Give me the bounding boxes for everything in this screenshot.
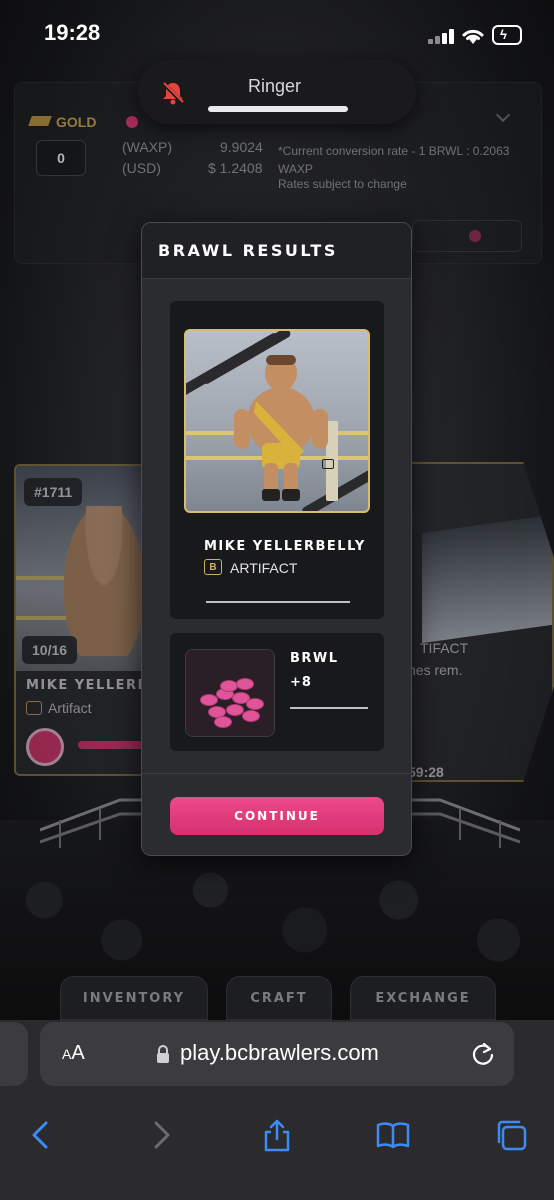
status-time: 19:28	[44, 20, 101, 45]
artifact-rarity-icon: B	[204, 559, 222, 575]
ring-image	[422, 514, 552, 644]
address-bar[interactable]: AA play.bcbrawlers.com	[40, 1022, 514, 1086]
url-text: play.bcbrawlers.com	[180, 1040, 379, 1065]
gold-value: 0	[36, 140, 86, 176]
card-rarity: Artifact	[48, 700, 92, 716]
modal-separator	[142, 773, 411, 774]
gold-label: GOLD	[56, 114, 97, 130]
usd-label: (USD)	[122, 160, 161, 176]
battery-charging-icon: ϟ	[492, 25, 522, 45]
aa-label: A	[71, 1042, 85, 1064]
hourglass-icon[interactable]	[26, 728, 64, 766]
card-count: 10/16	[32, 642, 68, 658]
waxp-value: 9.9024	[220, 139, 263, 155]
conversion-note: *Current conversion rate - 1 BRWL : 0.20…	[278, 144, 510, 176]
continue-button[interactable]: CONTINUE	[170, 797, 384, 835]
result-card-rarity: ARTIFACT	[230, 560, 298, 576]
brwl-token-icon	[126, 116, 138, 128]
result-card: MIKE YELLERBELLY B ARTIFACT	[170, 301, 384, 619]
reward-amount: +8	[290, 675, 312, 690]
wifi-icon	[462, 29, 484, 44]
card-name: MIKE YELLERB	[26, 678, 149, 693]
uses-remaining-partial: nes rem.	[408, 662, 463, 678]
wrestler-card-right[interactable]: TIFACT nes rem. 59:28	[400, 462, 554, 782]
usd-value: $ 1.2408	[208, 160, 263, 176]
reward-divider	[290, 707, 368, 709]
previous-tab-peek[interactable]	[0, 1022, 28, 1086]
reload-icon[interactable]	[470, 1040, 496, 1066]
reward-card: BRWL +8	[170, 633, 384, 751]
timer-partial: 59:28	[408, 764, 444, 780]
lock-icon	[157, 1045, 169, 1063]
card-logo	[322, 459, 360, 499]
chevron-right-icon[interactable]	[144, 1118, 178, 1152]
book-icon[interactable]	[376, 1118, 410, 1152]
browser-toolbar: AA play.bcbrawlers.com	[0, 1020, 554, 1200]
share-icon[interactable]	[260, 1118, 294, 1152]
card-divider	[206, 601, 350, 603]
tab-exchange[interactable]: EXCHANGE	[350, 976, 496, 1020]
gold-bar-icon	[28, 116, 52, 126]
ringer-label: Ringer	[248, 76, 302, 96]
ringer-indicator: Ringer	[138, 60, 416, 124]
wrestler-card-art	[184, 329, 370, 513]
brwl-coins-icon	[185, 649, 275, 737]
bell-slash-icon	[161, 81, 185, 105]
ringer-volume-bar	[208, 106, 348, 112]
tabs-icon[interactable]	[494, 1118, 528, 1152]
sound-toggle-dot	[469, 230, 481, 242]
modal-header: BRAWL RESULTS	[142, 223, 411, 279]
cellular-signal-icon	[428, 28, 456, 44]
result-card-name: MIKE YELLERBELLY	[204, 539, 366, 554]
card-count-chip: 10/16	[22, 636, 78, 664]
status-bar: 19:28 ϟ	[0, 0, 554, 66]
rarity-icon	[26, 701, 42, 715]
brawl-results-modal: BRAWL RESULTS MIKE YELLERBELLY B ARTIFAC…	[141, 222, 412, 856]
reader-aa-button[interactable]: AA	[62, 1042, 85, 1065]
chevron-left-icon[interactable]	[24, 1118, 58, 1152]
tab-craft[interactable]: CRAFT	[226, 976, 332, 1020]
sound-toggle[interactable]	[412, 220, 522, 252]
card-id-chip: #1711	[24, 478, 83, 506]
tab-inventory[interactable]: INVENTORY	[60, 976, 208, 1020]
reward-name: BRWL	[290, 651, 339, 666]
card-rarity-partial: TIFACT	[420, 640, 469, 656]
modal-title: BRAWL RESULTS	[158, 241, 338, 260]
rates-note: Rates subject to change	[278, 177, 407, 191]
wrestler-figure	[234, 355, 328, 501]
waxp-label: (WAXP)	[122, 139, 173, 155]
